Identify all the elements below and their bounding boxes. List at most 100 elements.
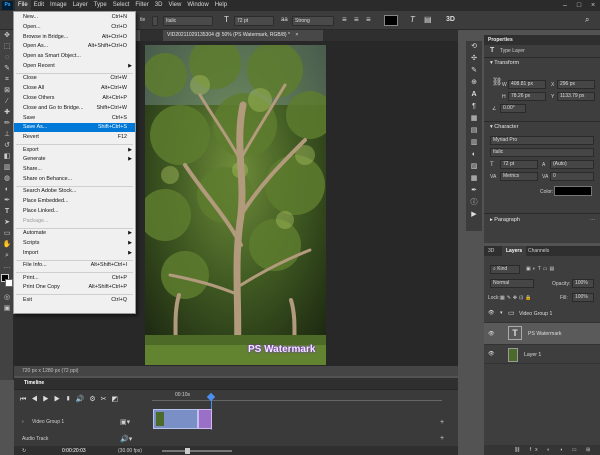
- file-menu-item-print[interactable]: Print... Ctrl+P: [14, 274, 135, 283]
- font-size-field[interactable]: 72 pt: [500, 160, 538, 169]
- crop-tool-icon[interactable]: ⌗: [0, 74, 14, 85]
- warp-text-icon[interactable]: T: [410, 15, 415, 25]
- adjust-icon[interactable]: ✣: [466, 53, 482, 65]
- group-expand-icon[interactable]: ▾: [500, 310, 503, 316]
- split-icon[interactable]: ✂: [101, 396, 112, 403]
- first-frame-icon[interactable]: ⏮: [20, 396, 31, 403]
- text-color-swatch[interactable]: [384, 15, 398, 26]
- layer-row-ps-watermark[interactable]: 👁 T PS Watermark: [484, 323, 600, 345]
- hand-tool-icon[interactable]: ✋: [0, 239, 14, 250]
- prev-frame-icon[interactable]: ◀: [31, 396, 42, 403]
- layer-row-video-group[interactable]: 👁 ▾ ▭ Video Group 1: [484, 304, 600, 323]
- history-brush-icon[interactable]: ↺: [0, 140, 14, 151]
- menu-3d[interactable]: 3D: [152, 0, 166, 11]
- menu-window[interactable]: Window: [184, 0, 211, 11]
- menu-type[interactable]: Type: [91, 0, 110, 11]
- file-menu-item-close-others[interactable]: Close Others Alt+Ctrl+P: [14, 94, 135, 103]
- document-photo[interactable]: [145, 45, 326, 365]
- watermark-text[interactable]: PS Watermark: [248, 344, 315, 355]
- path-select-tool-icon[interactable]: ➤: [0, 217, 14, 228]
- menu-select[interactable]: Select: [110, 0, 133, 11]
- audio-icon[interactable]: 🔊: [76, 396, 90, 403]
- character-icon[interactable]: A: [466, 89, 482, 101]
- gradient-tool-icon[interactable]: ▥: [0, 162, 14, 173]
- libraries-icon[interactable]: ▥: [466, 137, 482, 149]
- maximize-button[interactable]: □: [572, 0, 586, 11]
- minimize-button[interactable]: –: [558, 0, 572, 11]
- clone-source-icon[interactable]: ⊕: [466, 77, 482, 89]
- swatches-icon[interactable]: ▤: [466, 125, 482, 137]
- move-tool-icon[interactable]: ✥: [0, 30, 14, 41]
- file-menu-item-save-as[interactable]: Save As... Shift+Ctrl+S: [14, 123, 135, 133]
- angle-field[interactable]: 0.00°: [500, 104, 526, 113]
- character-panel-icon[interactable]: ▤: [424, 15, 432, 25]
- shape-tool-icon[interactable]: ▭: [0, 228, 14, 239]
- file-menu-item-close[interactable]: Close Ctrl+W: [14, 74, 135, 83]
- menu-help[interactable]: Help: [212, 0, 230, 11]
- paths-icon[interactable]: ✒: [466, 185, 482, 197]
- quick-mask-icon[interactable]: ◎: [0, 292, 14, 303]
- kerning-field[interactable]: Metrics: [500, 172, 538, 181]
- paragraph-icon[interactable]: ¶: [466, 101, 482, 113]
- more-icon[interactable]: ···: [590, 217, 595, 223]
- tab-3d[interactable]: 3D: [488, 248, 494, 254]
- link-dimensions-icon[interactable]: ⛓: [492, 77, 502, 86]
- eraser-tool-icon[interactable]: ◧: [0, 151, 14, 162]
- font-size-select[interactable]: 72 pt: [234, 16, 274, 26]
- close-button[interactable]: ×: [586, 0, 600, 11]
- history-icon[interactable]: ⟲: [466, 41, 482, 53]
- visibility-eye-icon[interactable]: 👁: [488, 331, 495, 337]
- close-tab-icon[interactable]: ×: [295, 32, 298, 38]
- file-menu-item-new[interactable]: New... Ctrl+N: [14, 13, 135, 22]
- type-tool-icon[interactable]: T: [0, 206, 14, 217]
- patterns-icon[interactable]: ▦: [466, 173, 482, 185]
- glyphs-icon[interactable]: ▦: [466, 113, 482, 125]
- file-menu-item-share-on-behance[interactable]: Share on Behance...: [14, 175, 135, 184]
- file-menu-item-place-linked[interactable]: Place Linked...: [14, 207, 135, 216]
- tab-layers[interactable]: Layers: [502, 246, 527, 256]
- fill-field[interactable]: 100%: [572, 293, 594, 302]
- background-color[interactable]: [5, 279, 13, 287]
- file-menu-item-close-all[interactable]: Close All Alt+Ctrl+W: [14, 84, 135, 93]
- align-center-icon[interactable]: ≡: [354, 15, 359, 25]
- file-menu-item-generate[interactable]: Generate ▶: [14, 155, 135, 164]
- visibility-eye-icon[interactable]: 👁: [488, 351, 495, 357]
- settings-icon[interactable]: ⚙: [89, 396, 100, 403]
- character-color-swatch[interactable]: [554, 186, 592, 196]
- visibility-eye-icon[interactable]: 👁: [488, 310, 495, 316]
- frame-tool-icon[interactable]: ⊠: [0, 85, 14, 96]
- brush-settings-icon[interactable]: ✎: [466, 65, 482, 77]
- menu-layer[interactable]: Layer: [70, 0, 91, 11]
- transform-section[interactable]: ▾ Transform: [490, 60, 519, 66]
- file-menu-item-open-as[interactable]: Open As... Alt+Shift+Ctrl+O: [14, 42, 135, 51]
- file-menu-item-exit[interactable]: Exit Ctrl+Q: [14, 296, 135, 305]
- leading-field[interactable]: (Auto): [550, 160, 594, 169]
- blend-mode-select[interactable]: Normal: [490, 279, 534, 288]
- width-field[interactable]: 408.81 px: [508, 80, 546, 89]
- align-left-icon[interactable]: ≡: [342, 15, 347, 25]
- menu-edit[interactable]: Edit: [31, 0, 47, 11]
- file-menu-item-file-info[interactable]: File Info... Alt+Shift+Ctrl+I: [14, 261, 135, 270]
- tab-channels[interactable]: Channels: [528, 248, 549, 254]
- brush-tool-icon[interactable]: ✏: [0, 118, 14, 129]
- layer-kind-filter[interactable]: ⌕ Kind: [490, 265, 520, 274]
- menu-image[interactable]: Image: [47, 0, 70, 11]
- zoom-slider-thumb[interactable]: [185, 448, 190, 454]
- 3d-icon[interactable]: 3D: [446, 15, 455, 25]
- zoom-tool-icon[interactable]: ⌕: [0, 250, 14, 261]
- file-menu-item-revert[interactable]: Revert F12: [14, 133, 135, 142]
- gradients-icon[interactable]: ▨: [466, 161, 482, 173]
- marquee-tool-icon[interactable]: ⬚: [0, 41, 14, 52]
- layer-row-layer-1[interactable]: 👁 Layer 1: [484, 345, 600, 364]
- color-swatches[interactable]: [0, 272, 13, 292]
- y-field[interactable]: 1133.79 px: [557, 92, 595, 101]
- file-menu-item-open-recent[interactable]: Open Recent ▶: [14, 62, 135, 71]
- render-icon[interactable]: ↻: [22, 448, 26, 454]
- audio-track-icon[interactable]: 🔊▾: [120, 435, 132, 443]
- file-menu-item-save[interactable]: Save Ctrl+S: [14, 114, 135, 123]
- stamp-tool-icon[interactable]: ⊥: [0, 129, 14, 140]
- file-menu-item-scripts[interactable]: Scripts ▶: [14, 239, 135, 248]
- file-menu-item-close-and-go-to-bridge[interactable]: Close and Go to Bridge... Shift+Ctrl+W: [14, 104, 135, 113]
- transition-icon[interactable]: ◩: [112, 396, 124, 403]
- file-menu-item-place-embedded[interactable]: Place Embedded...: [14, 197, 135, 206]
